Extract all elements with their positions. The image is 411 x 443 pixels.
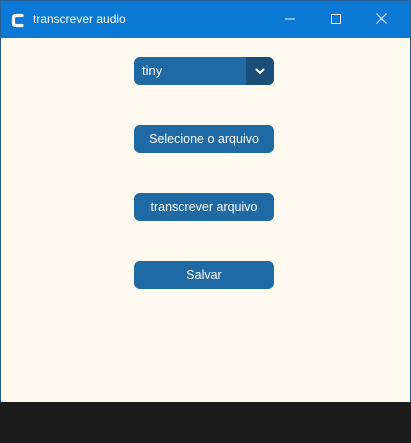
title-bar[interactable]: transcrever audio xyxy=(1,1,410,38)
model-select-value: tiny xyxy=(142,63,163,78)
maximize-button[interactable] xyxy=(313,1,359,38)
model-select[interactable]: tiny xyxy=(134,57,274,85)
close-button[interactable] xyxy=(358,1,404,38)
desktop-background xyxy=(0,402,411,443)
app-window: transcrever audio tiny Selecione o arqui… xyxy=(0,0,411,403)
select-file-button[interactable]: Selecione o arquivo xyxy=(134,125,274,153)
transcribe-file-button[interactable]: transcrever arquivo xyxy=(134,193,274,221)
main-content: tiny Selecione o arquivo transcrever arq… xyxy=(1,38,410,402)
minimize-icon xyxy=(285,11,295,29)
maximize-icon xyxy=(331,11,341,29)
save-button[interactable]: Salvar xyxy=(134,261,274,289)
model-select-dropdown-button[interactable] xyxy=(246,57,274,85)
window-title: transcrever audio xyxy=(33,12,126,26)
close-icon xyxy=(375,11,387,29)
app-c-icon xyxy=(10,12,24,29)
chevron-down-icon xyxy=(255,62,265,80)
minimize-button[interactable] xyxy=(267,1,313,38)
